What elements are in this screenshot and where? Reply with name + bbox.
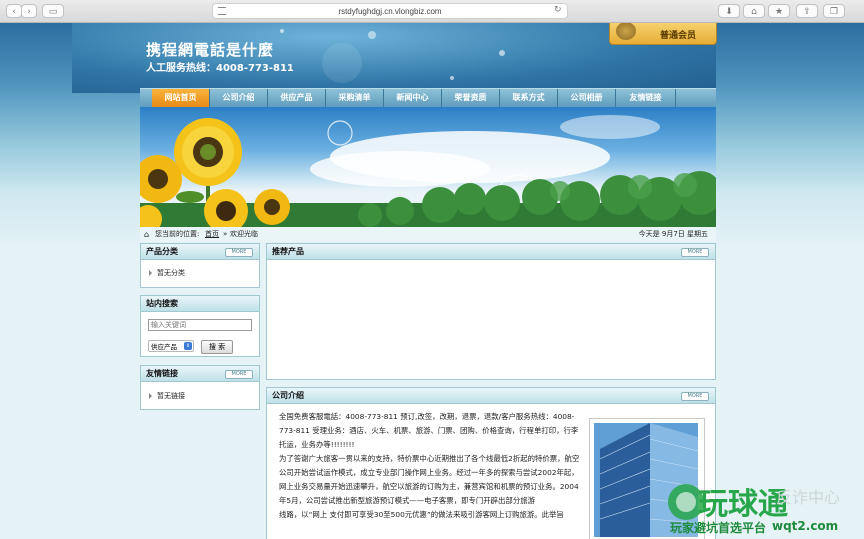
home-icon[interactable]: ⌂ (743, 4, 765, 18)
bookmark-icon[interactable]: ★ (768, 4, 790, 18)
category-select-value: 供应产品 (151, 343, 177, 351)
breadcrumb-home-link[interactable]: 首页 (205, 227, 219, 242)
links-panel-title: 友情链接 (146, 369, 178, 378)
select-arrow-icon: ⇕ (184, 342, 192, 350)
nav-contact[interactable]: 联系方式 (500, 89, 558, 107)
category-select[interactable]: 供应产品 ⇕ (148, 340, 194, 352)
browser-toolbar: ‹ › ▭ rstdyfughdgj.cn.vlongbiz.com ↻ ⬇ ⌂… (0, 0, 864, 23)
about-paragraph: 全国免费客服電話：4008-773-811 预订,改签，改期，退票，退款/客户服… (279, 412, 579, 449)
list-item-label: 暂无链接 (157, 392, 185, 400)
nav-news[interactable]: 新闻中心 (384, 89, 442, 107)
list-item[interactable]: 暂无分类 (149, 268, 185, 278)
list-item-label: 暂无分类 (157, 269, 185, 277)
category-more-button[interactable]: MORE (225, 248, 253, 257)
watermark-faded-text: 反诈中心 (776, 488, 841, 507)
address-bar[interactable]: rstdyfughdgj.cn.vlongbiz.com (212, 3, 568, 19)
category-panel-title: 产品分类 (146, 247, 178, 256)
watermark: 玩球通 反诈中心 玩家避坑首选平台 wqt2.com (668, 462, 864, 539)
breadcrumb: ⌂ 您当前的位置: 首页 » 欢迎光临 今天是 9月7日 星期五 (140, 227, 716, 242)
about-panel-title: 公司介绍 (272, 391, 304, 400)
nav-album[interactable]: 公司相册 (558, 89, 616, 107)
share-icon[interactable]: ⇪ (796, 4, 818, 18)
arrow-right-icon (149, 270, 152, 276)
nav-purchase[interactable]: 采购清单 (326, 89, 384, 107)
header-decoration (280, 29, 505, 83)
links-more-button[interactable]: MORE (225, 370, 253, 379)
links-panel: 友情链接 MORE 暂无链接 (140, 365, 260, 410)
sidebar-toggle-button[interactable]: ▭ (42, 4, 64, 18)
search-button[interactable]: 搜 索 (201, 340, 233, 354)
download-icon[interactable]: ⬇ (718, 4, 740, 18)
nav-links[interactable]: 友情链接 (616, 89, 676, 107)
recommended-panel-title: 推荐产品 (272, 247, 304, 256)
nav-products[interactable]: 供应产品 (268, 89, 326, 107)
watermark-brand: 玩球通 (698, 487, 788, 522)
about-panel-header: 公司介绍 MORE (267, 388, 715, 404)
search-panel-header: 站内搜索 (141, 296, 259, 312)
tabs-icon[interactable]: ❐ (823, 4, 845, 18)
watermark-domain: wqt2.com (772, 519, 839, 533)
nav-honors[interactable]: 荣誉资质 (442, 89, 500, 107)
site-header: 携程網電話是什麼 人工服务热线：4008-773-811 普通会员 (72, 23, 717, 93)
category-panel-header: 产品分类 MORE (141, 244, 259, 260)
search-input[interactable] (148, 319, 252, 331)
breadcrumb-separator: » (223, 230, 228, 238)
about-text: 全国免费客服電話：4008-773-811 预订,改签，改期，退票，退款/客户服… (279, 410, 581, 522)
search-panel-title: 站内搜索 (146, 299, 178, 308)
about-more-button[interactable]: MORE (681, 392, 709, 401)
about-panel: 公司介绍 MORE 全国免费客服電話：4008-773-811 预订,改签，改期… (266, 387, 716, 539)
recommended-panel: 推荐产品 MORE (266, 243, 716, 380)
recommended-more-button[interactable]: MORE (681, 248, 709, 257)
back-button[interactable]: ‹ (6, 4, 22, 18)
nav-home[interactable]: 网站首页 (152, 89, 210, 107)
reader-icon[interactable] (218, 7, 226, 15)
links-panel-header: 友情链接 MORE (141, 366, 259, 382)
category-panel: 产品分类 MORE 暂无分类 (140, 243, 260, 288)
reload-icon[interactable]: ↻ (554, 5, 562, 15)
banner-image (140, 107, 716, 227)
sunflower-landscape (140, 115, 716, 227)
search-button-label: 搜 索 (208, 343, 226, 351)
breadcrumb-prefix: 您当前的位置: (155, 230, 200, 238)
url-text: rstdyfughdgj.cn.vlongbiz.com (338, 7, 442, 16)
search-panel: 站内搜索 供应产品 ⇕ 搜 索 (140, 295, 260, 357)
nav-about[interactable]: 公司介绍 (210, 89, 268, 107)
forward-button[interactable]: › (21, 4, 37, 18)
watermark-tagline: 玩家避坑首选平台 (670, 521, 767, 535)
date-text: 今天是 9月7日 星期五 (638, 230, 708, 238)
recommended-panel-header: 推荐产品 MORE (267, 244, 715, 260)
about-paragraph: 为了答谢广大旅客一贯以来的支持，特价票中心近期推出了各个线最低2折起的特价票，航… (279, 454, 580, 505)
list-item[interactable]: 暂无链接 (149, 391, 185, 401)
breadcrumb-current: 欢迎光临 (230, 230, 258, 238)
about-paragraph: 线路，以“网上 支付即可享受30至500元优惠”的做法来吸引游客网上订购旅游。此… (279, 510, 564, 519)
arrow-right-icon (149, 393, 152, 399)
main-nav: 网站首页 公司介绍 供应产品 采购清单 新闻中心 荣誉资质 联系方式 公司相册 … (140, 88, 716, 107)
home-icon: ⌂ (144, 230, 150, 239)
